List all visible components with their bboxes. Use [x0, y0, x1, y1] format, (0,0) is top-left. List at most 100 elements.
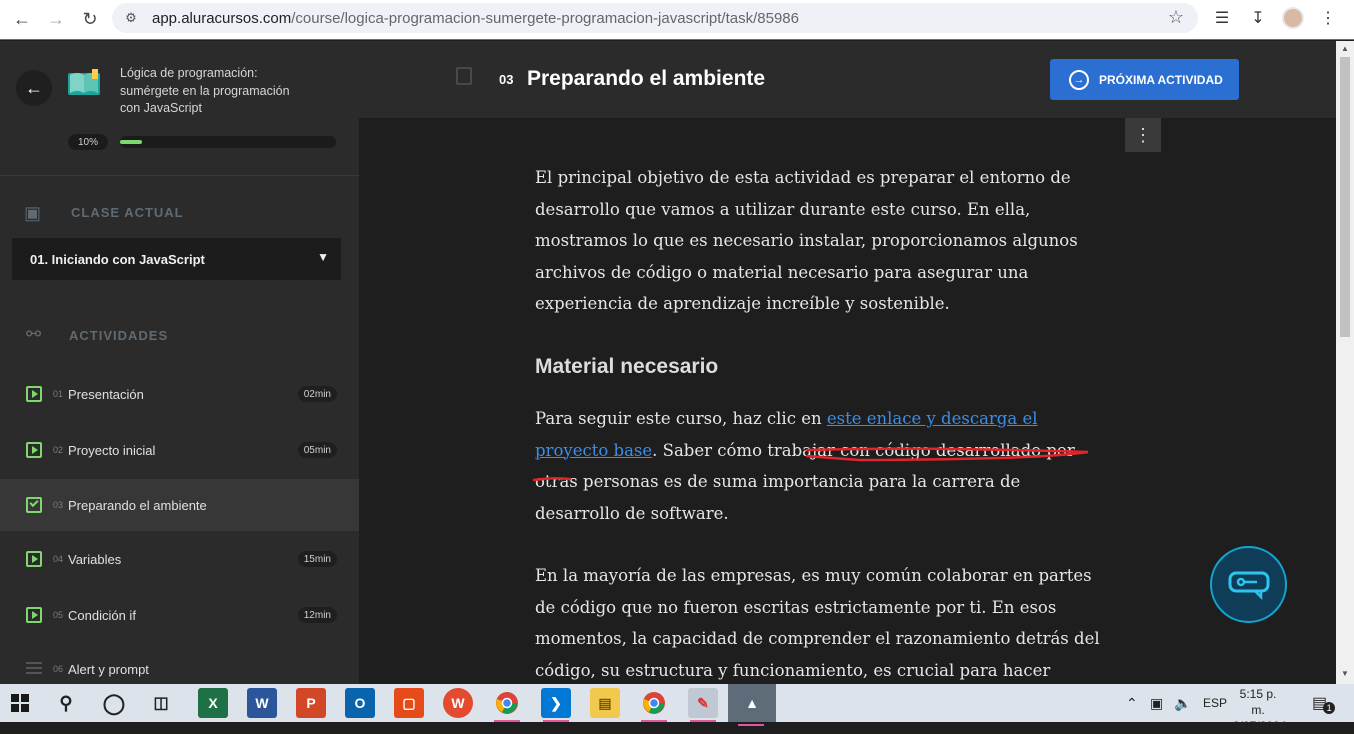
clipboard-icon [456, 67, 472, 85]
back-arrow-icon[interactable]: ← [10, 8, 34, 32]
red-underline-annotation [532, 447, 1089, 482]
activity-duration: 15min [297, 551, 337, 567]
video-icon [26, 442, 42, 458]
activity-duration: 05min [297, 442, 337, 458]
show-hidden-icons-icon[interactable]: ⌃ [1126, 684, 1138, 722]
menu-dots-icon[interactable]: ⋮ [1316, 6, 1340, 30]
cortana-icon[interactable]: ◯ [99, 688, 129, 718]
activity-item-proyecto-inicial[interactable]: 02 Proyecto inicial 05min [0, 427, 359, 473]
intro-paragraph: El principal objetivo de esta actividad … [535, 168, 1078, 313]
paint-icon[interactable]: ✎ [688, 688, 718, 722]
office-icon[interactable]: ▢ [394, 688, 424, 718]
outlook-icon[interactable]: O [345, 688, 375, 718]
chevron-down-icon: ▼ [317, 250, 329, 264]
activity-title: Preparando el ambiente [68, 497, 207, 513]
search-icon[interactable]: ⚲ [51, 688, 81, 718]
network-icon[interactable]: ▣ [1150, 684, 1163, 722]
course-title: Lógica de programación: sumérgete en la … [120, 66, 290, 115]
notification-count: 1 [1323, 702, 1336, 714]
list-icon [26, 661, 42, 677]
chat-bot-icon [1228, 571, 1269, 600]
task-check-icon [26, 497, 42, 513]
chrome-profile-icon[interactable] [492, 688, 522, 722]
material-heading: Material necesario [535, 354, 719, 378]
url-text[interactable]: app.aluracursos.com/course/logica-progra… [152, 10, 799, 27]
activity-title: Variables [68, 551, 122, 567]
forward-arrow-icon[interactable]: → [44, 8, 68, 32]
chat-assistant-button[interactable] [1210, 546, 1287, 623]
vertical-scrollbar[interactable]: ▲ ▼ [1336, 41, 1354, 684]
lesson-dropdown[interactable]: 01. Iniciando con JavaScript ▼ [12, 238, 341, 280]
activity-number: 01 [53, 389, 64, 399]
progress-bar [120, 136, 336, 148]
progress-fill [120, 140, 142, 144]
windows-taskbar: ⚲ ◯ ◫ X W P O ▢ W ❯ ▤ ✎ ▲ ⌃ ▣ 🔈 ESP 5:15… [0, 684, 1354, 733]
flask-icon: ⚯ [26, 324, 42, 344]
activity-number: 06 [53, 664, 64, 674]
next-activity-label: PRÓXIMA ACTIVIDAD [1099, 72, 1223, 87]
activity-number: 03 [53, 500, 64, 510]
activity-title: Proyecto inicial [68, 442, 156, 458]
activity-number: 05 [53, 610, 64, 620]
collaboration-paragraph: En la mayoría de las empresas, es muy co… [535, 566, 1100, 680]
notification-center[interactable]: ▤ 1 [1312, 684, 1336, 722]
browser-toolbar: ← → ↻ ⚙ app.aluracursos.com/course/logic… [0, 0, 1354, 40]
scroll-thumb[interactable] [1340, 57, 1350, 337]
activity-title: Alert y prompt [68, 661, 149, 677]
paragraph-text: Para seguir este curso, haz clic en [535, 409, 827, 428]
task-header: 03 Preparando el ambiente → PRÓXIMA ACTI… [359, 41, 1336, 118]
article-body: El principal objetivo de esta actividad … [535, 162, 1105, 684]
progress-percent: 10% [68, 134, 108, 150]
activity-item-presentacion[interactable]: 01 Presentación 02min [0, 371, 359, 417]
more-options-button[interactable]: ⋮ [1125, 118, 1161, 152]
media-queue-icon[interactable]: ☰ [1210, 6, 1234, 30]
book-outline-icon: ▣ [24, 203, 42, 223]
task-view-icon[interactable]: ◫ [146, 688, 176, 718]
video-icon [26, 386, 42, 402]
clock-date: 3/07/2024 [1233, 719, 1287, 733]
activity-item-preparando-ambiente[interactable]: 03 Preparando el ambiente [0, 479, 359, 531]
activity-title: Condición if [68, 607, 136, 623]
site-info-icon[interactable]: ⚙ [120, 7, 142, 29]
next-activity-button[interactable]: → PRÓXIMA ACTIVIDAD [1050, 59, 1239, 100]
bookmark-star-icon[interactable]: ☆ [1168, 7, 1184, 28]
download-icon[interactable]: ↧ [1246, 6, 1270, 30]
vscode-icon[interactable]: ❯ [541, 688, 571, 722]
activity-item-condicion-if[interactable]: 05 Condición if 12min [0, 592, 359, 638]
activity-duration: 02min [297, 386, 337, 402]
wps-office-icon[interactable]: W [443, 688, 473, 718]
open-book-icon [68, 69, 100, 95]
scroll-down-arrow-icon[interactable]: ▼ [1341, 669, 1349, 678]
chrome-icon[interactable] [639, 688, 669, 722]
activity-item-variables[interactable]: 04 Variables 15min [0, 536, 359, 582]
task-number: 03 [499, 72, 514, 87]
url-path: /course/logica-programacion-sumergete-pr… [291, 9, 799, 27]
task-title: Preparando el ambiente [527, 67, 766, 90]
clock-time: 5:15 p. m. [1239, 687, 1277, 717]
url-domain: app.aluracursos.com [152, 9, 292, 27]
address-bar[interactable]: ⚙ app.aluracursos.com/course/logica-prog… [112, 3, 1198, 33]
windows-start-icon[interactable] [5, 688, 35, 718]
back-button[interactable]: ← [16, 70, 52, 106]
reload-icon[interactable]: ↻ [78, 8, 102, 32]
activity-number: 02 [53, 445, 64, 455]
snipping-tool-icon[interactable]: ▲ [728, 684, 776, 726]
activity-title: Presentación [68, 386, 144, 402]
video-icon [26, 551, 42, 567]
powerpoint-icon[interactable]: P [296, 688, 326, 718]
video-icon [26, 607, 42, 623]
lesson-dropdown-value: 01. Iniciando con JavaScript [30, 251, 205, 267]
activities-label: ACTIVIDADES [69, 328, 169, 343]
activity-duration: 12min [297, 607, 337, 623]
word-icon[interactable]: W [247, 688, 277, 718]
arrow-right-circle-icon: → [1069, 69, 1089, 90]
scroll-up-arrow-icon[interactable]: ▲ [1341, 44, 1349, 53]
task-content: ⋮ El principal objetivo de esta activida… [359, 118, 1336, 684]
clock[interactable]: 5:15 p. m. 3/07/2024 [1233, 686, 1287, 734]
course-sidebar: ← Lógica de programación: sumérgete en l… [0, 41, 359, 684]
volume-icon[interactable]: 🔈 [1174, 684, 1191, 722]
profile-avatar[interactable] [1282, 7, 1304, 29]
excel-icon[interactable]: X [198, 688, 228, 718]
file-explorer-icon[interactable]: ▤ [590, 688, 620, 718]
language-indicator[interactable]: ESP [1203, 684, 1227, 722]
